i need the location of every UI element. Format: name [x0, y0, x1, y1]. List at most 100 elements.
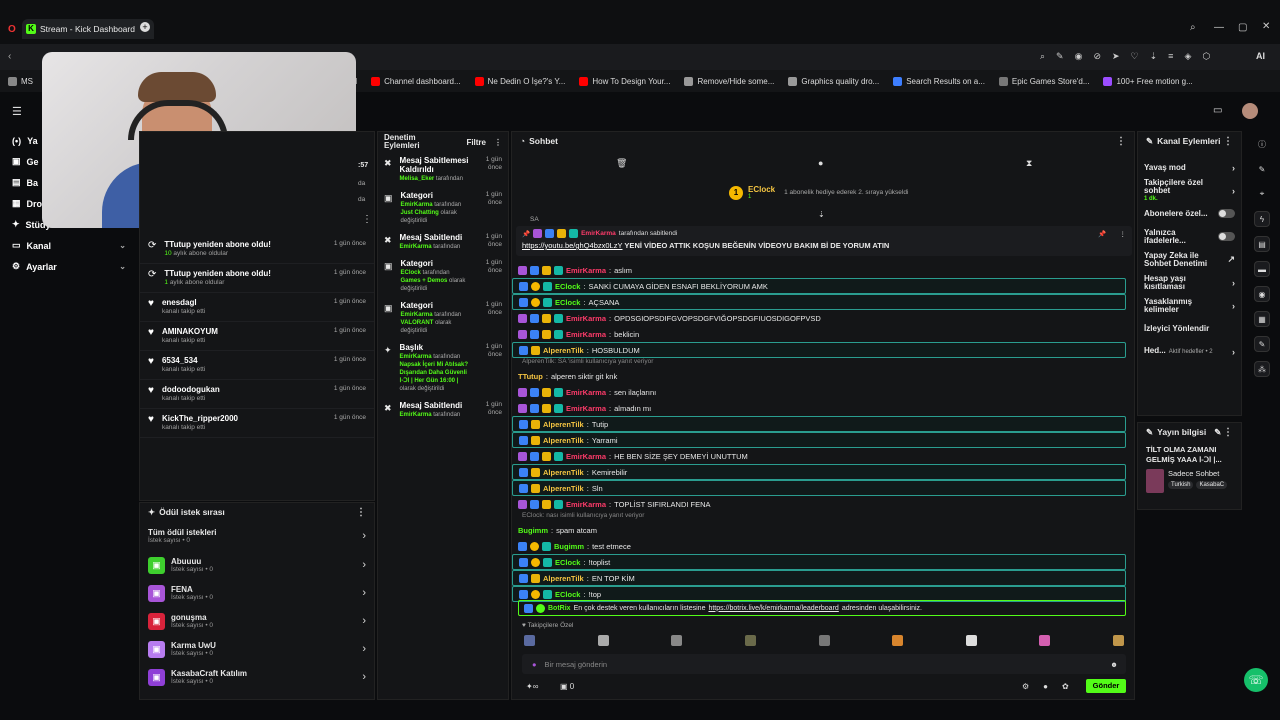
chat-message[interactable]: Bugimm: test etmece — [512, 538, 1132, 554]
chat-icon[interactable]: ● — [1043, 682, 1048, 691]
emote-picker-icon[interactable]: ✿ — [1062, 682, 1069, 691]
chat-username[interactable]: TTutup — [518, 372, 543, 381]
activity-menu-icon[interactable]: ⋮ — [362, 214, 372, 225]
cube-icon[interactable]: ⬡ — [1202, 51, 1210, 62]
chat-message[interactable]: TTutup: alperen siktir git knk — [512, 368, 1132, 384]
channel-action-item[interactable]: Hed... Aktif hedefler • 2 › — [1138, 340, 1241, 363]
chat-message[interactable]: EmirKarma: TOPLİST SIFIRLANDI FENA — [512, 496, 1132, 512]
browser-tab[interactable]: K Stream - Kick Dashboard — [22, 19, 154, 39]
channel-action-item[interactable]: Takipçilere özel sohbet 1 dk. › — [1138, 178, 1241, 202]
extension-icon[interactable]: ◈ — [1184, 51, 1191, 62]
chat-message[interactable]: Bugimm: spam atcam — [512, 522, 1132, 538]
target-icon[interactable]: ⌖ — [1254, 186, 1270, 202]
stream-info-menu-icon[interactable]: ⋮ — [1223, 427, 1233, 438]
chat-username[interactable]: EClock — [555, 298, 580, 307]
chat-username[interactable]: EClock — [555, 282, 580, 291]
back-icon[interactable]: ‹ — [8, 51, 11, 62]
menu-icon[interactable]: ≡ — [1168, 51, 1173, 62]
chat-username[interactable]: AlperenTilk — [543, 420, 584, 429]
bookmark-item[interactable]: Channel dashboard... — [371, 76, 461, 86]
chat-message[interactable]: AlperenTilk: Tutip — [512, 416, 1126, 432]
channel-actions-menu-icon[interactable]: ⋮ — [1223, 136, 1233, 147]
pinned-menu-icon[interactable]: ⋮ — [1120, 230, 1127, 238]
bookmark-item[interactable]: Search Results on a... — [893, 76, 985, 86]
emote-icon[interactable] — [892, 635, 904, 646]
chat-message[interactable]: EClock: AÇSANA — [512, 294, 1126, 310]
close-window-icon[interactable]: ✕ — [1262, 21, 1270, 32]
send-icon[interactable]: ➤ — [1112, 51, 1120, 62]
chat-message[interactable]: EmirKarma: OPDSGIOPSDIFGVOPSDGFVIĞOPSDGFI… — [512, 310, 1132, 326]
bookmark-item[interactable]: How To Design Your... — [579, 76, 670, 86]
bookmark-item[interactable]: 100+ Free motion g... — [1103, 76, 1193, 86]
chat-username[interactable]: AlperenTilk — [543, 574, 584, 583]
channel-action-item[interactable]: Yalnızca ifadelerle... — [1138, 225, 1241, 248]
chat-bubble-center-icon[interactable]: ● — [818, 158, 823, 168]
emote-icon[interactable] — [818, 635, 830, 646]
tag-chip[interactable]: KasabaC — [1196, 481, 1228, 489]
chat-username[interactable]: EClock — [555, 590, 580, 599]
shield-icon[interactable]: ⊘ — [1093, 51, 1101, 62]
chat-message[interactable]: EClock: SANKİ CUMAYA GİDEN ESNAFI BEKLİYO… — [512, 278, 1126, 294]
chat-message[interactable]: AlperenTilk: Sln — [512, 480, 1126, 496]
edit-icon[interactable]: ✎ — [1214, 427, 1221, 438]
new-tab-button[interactable]: + — [140, 22, 150, 32]
bookmark-item[interactable]: MS — [8, 76, 33, 86]
chat-message[interactable]: EmirKarma: sen ilaçlarını — [512, 384, 1132, 400]
emote-icon[interactable] — [1113, 635, 1124, 646]
file-icon[interactable]: ▤ — [1254, 236, 1270, 252]
info-icon[interactable]: ⓘ — [1254, 136, 1270, 152]
pinned-link[interactable]: https://youtu.be/ghQ4bzx0LzY — [522, 241, 622, 250]
bookmark-item[interactable]: Epic Games Store'd... — [998, 76, 1089, 86]
emote-icon[interactable] — [671, 635, 683, 646]
chat-username[interactable]: EmirKarma — [566, 388, 606, 397]
reward-item[interactable]: ▣ FENA İstek sayısı • 0 › — [140, 579, 374, 607]
layout-icon[interactable]: ▦ — [1254, 311, 1270, 327]
chat-message[interactable]: EClock: !toplist — [512, 554, 1126, 570]
botrix-link[interactable]: https://botrix.live/k/emirkarma/leaderbo… — [708, 605, 838, 612]
unpin-icon[interactable]: 📌 — [1098, 230, 1106, 238]
chat-message[interactable]: AlperenTilk: Kemirebilir — [512, 464, 1126, 480]
heart-icon[interactable]: ♡ — [1131, 51, 1139, 62]
chat-username[interactable]: EmirKarma — [566, 404, 606, 413]
maximize-icon[interactable]: ▢ — [1238, 22, 1247, 33]
edit-icon[interactable]: ✎ — [1056, 51, 1064, 62]
channel-action-item[interactable]: Yavaş mod › — [1138, 156, 1241, 179]
search-tabs-icon[interactable]: ⌕ — [1190, 22, 1196, 33]
moderation-menu-icon[interactable]: ⋮ — [494, 138, 502, 147]
expand-icon[interactable]: ⇣ — [818, 210, 825, 219]
chat-message[interactable]: EmirKarma: HE BEN SİZE ŞEY DEMEYİ UNUTTUM — [512, 448, 1132, 464]
emote-icon[interactable] — [597, 635, 609, 646]
chat-message[interactable]: AlperenTilk: HOSBULDUM — [512, 342, 1126, 358]
toggle-switch[interactable] — [1217, 232, 1235, 241]
chat-username[interactable]: EmirKarma — [566, 314, 606, 323]
hourglass-icon[interactable]: ⧗ — [1026, 158, 1032, 169]
chest-icon[interactable]: ▣ 0 — [560, 682, 574, 691]
send-button[interactable]: Gönder — [1086, 679, 1126, 693]
channel-action-item[interactable]: Yasaklanmış kelimeler › — [1138, 294, 1241, 317]
support-chat-button[interactable]: ☏ — [1244, 668, 1268, 692]
trash-icon[interactable]: 🗑 — [616, 158, 627, 169]
nav-item[interactable]: ⚙ Ayarlar ⌄ — [0, 256, 138, 277]
chat-username[interactable]: Bugimm — [518, 526, 548, 535]
all-rewards-row[interactable]: Tüm ödül istekleri İstek sayısı • 0 › — [140, 521, 374, 551]
channel-action-item[interactable]: Yapay Zeka ile Sohbet Denetimi ↗ — [1138, 248, 1241, 271]
hamburger-icon[interactable]: ☰ — [12, 105, 22, 118]
chat-message[interactable]: AlperenTilk: EN TOP KİM — [512, 570, 1126, 586]
points-icon[interactable]: ✦∞ — [526, 682, 538, 691]
chat-username[interactable]: EmirKarma — [566, 452, 606, 461]
emoji-icon[interactable]: ☻ — [1110, 660, 1118, 669]
chat-message[interactable]: EmirKarma: beklicin — [512, 326, 1132, 342]
emote-icon[interactable] — [524, 635, 535, 646]
chat-username[interactable]: EClock — [555, 558, 580, 567]
chat-username[interactable]: AlperenTilk — [543, 484, 584, 493]
bookmark-item[interactable]: Remove/Hide some... — [684, 76, 774, 86]
chat-username[interactable]: EmirKarma — [566, 500, 606, 509]
wrench-icon[interactable]: ✎ — [1254, 336, 1270, 352]
reward-item[interactable]: ▣ KasabaCraft Katılım İstek sayısı • 0 › — [140, 663, 374, 691]
cast-icon[interactable]: ▭ — [1213, 105, 1222, 116]
chat-username[interactable]: EmirKarma — [566, 266, 606, 275]
pencil-icon[interactable]: ✎ — [1254, 161, 1270, 177]
broadcast-icon[interactable]: ◉ — [1254, 286, 1270, 302]
nav-item[interactable]: ▭ Kanal ⌄ — [0, 235, 138, 256]
emote-icon[interactable] — [1039, 635, 1051, 646]
